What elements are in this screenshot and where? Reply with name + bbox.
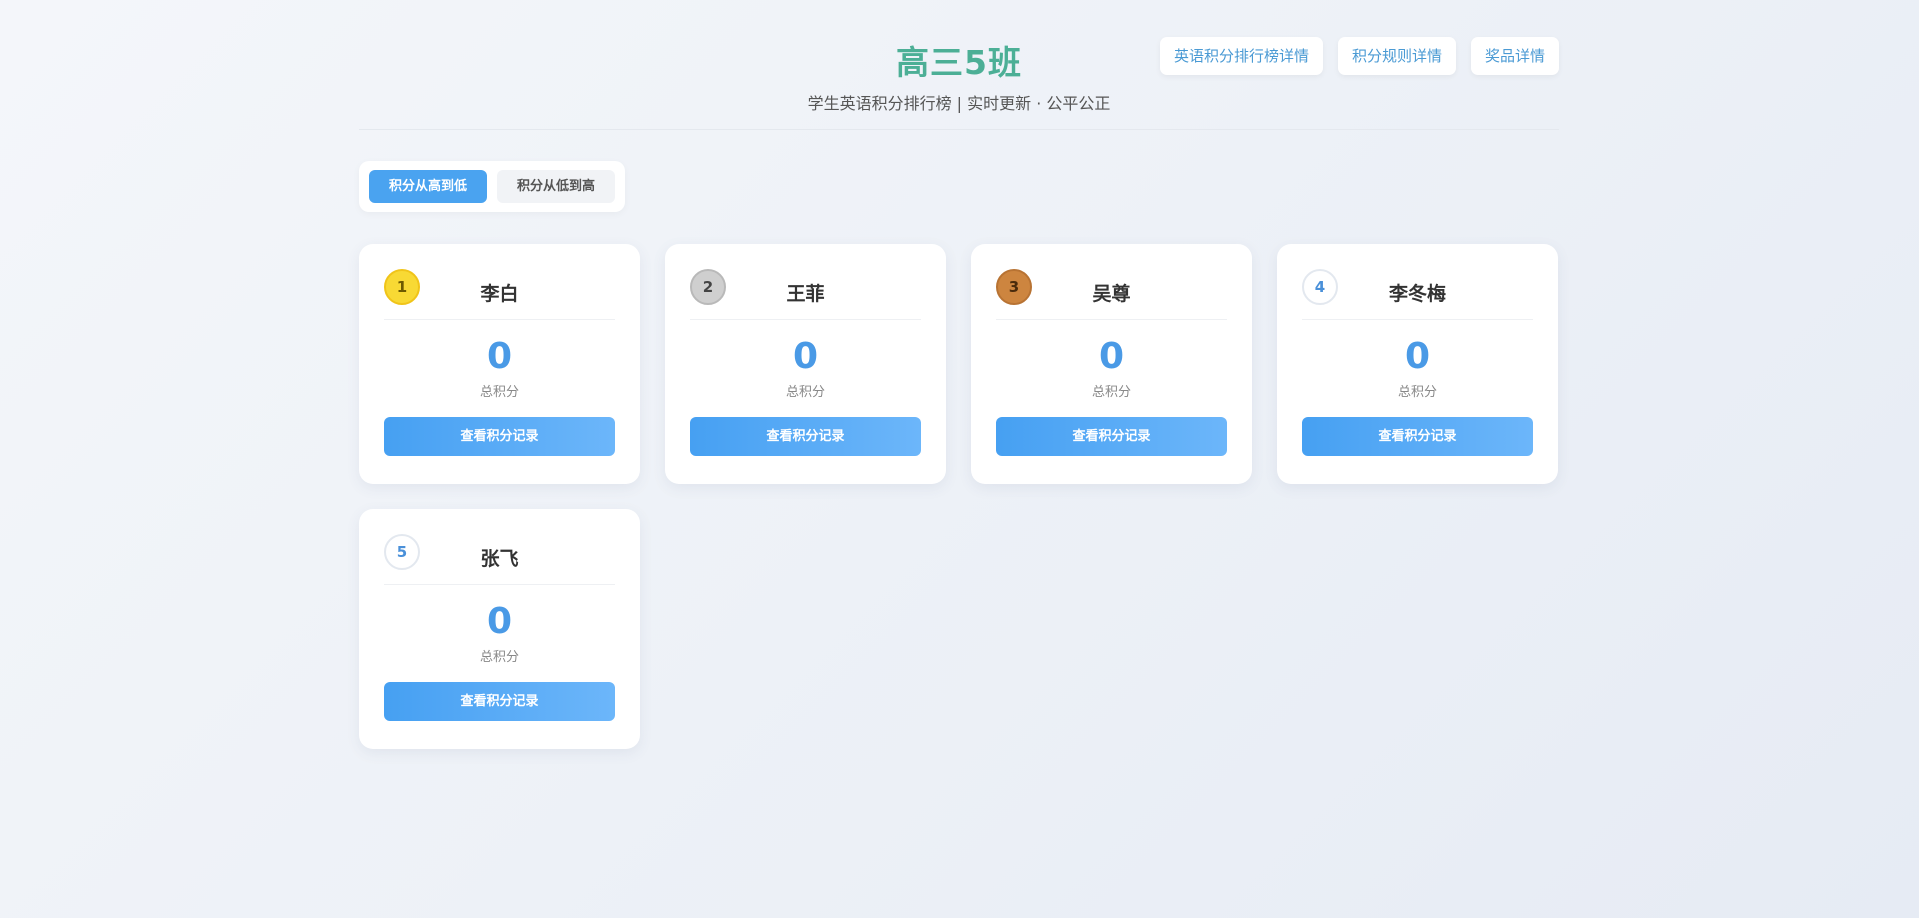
student-card: 2 王菲 0 总积分 查看积分记录: [665, 244, 946, 484]
nav-link-rules-details[interactable]: 积分规则详情: [1337, 37, 1456, 75]
student-name: 李白: [480, 283, 519, 305]
view-records-button[interactable]: 查看积分记录: [384, 682, 615, 721]
view-records-button[interactable]: 查看积分记录: [996, 417, 1227, 456]
student-name: 吴尊: [1092, 283, 1131, 305]
score-label: 总积分: [785, 385, 825, 400]
card-header: 5 张飞: [384, 509, 615, 585]
score-label: 总积分: [479, 385, 519, 400]
view-records-button[interactable]: 查看积分记录: [384, 417, 615, 456]
student-name: 李冬梅: [1388, 283, 1446, 305]
student-card: 4 李冬梅 0 总积分 查看积分记录: [1277, 244, 1558, 484]
score-label: 总积分: [479, 650, 519, 665]
score-value: 0: [792, 336, 819, 377]
nav-link-prize-details[interactable]: 奖品详情: [1470, 37, 1559, 75]
view-records-button[interactable]: 查看积分记录: [1302, 417, 1533, 456]
student-name: 张飞: [480, 548, 519, 570]
student-card: 5 张飞 0 总积分 查看积分记录: [359, 509, 640, 749]
score-value: 0: [1404, 336, 1431, 377]
nav-links: 英语积分排行榜详情 积分规则详情 奖品详情: [1159, 37, 1559, 75]
score-value: 0: [1098, 336, 1125, 377]
student-card: 3 吴尊 0 总积分 查看积分记录: [971, 244, 1252, 484]
card-header: 3 吴尊: [996, 244, 1227, 320]
view-records-button[interactable]: 查看积分记录: [690, 417, 921, 456]
card-header: 4 李冬梅: [1302, 244, 1533, 320]
leaderboard-container: 高三5班 学生英语积分排行榜 | 实时更新 · 公平公正 英语积分排行榜详情 积…: [359, 0, 1559, 749]
sort-desc-button[interactable]: 积分从高到低: [369, 170, 488, 203]
score-label: 总积分: [1397, 385, 1437, 400]
student-name: 王菲: [786, 283, 825, 305]
card-header: 1 李白: [384, 244, 615, 320]
page-header: 高三5班 学生英语积分排行榜 | 实时更新 · 公平公正 英语积分排行榜详情 积…: [359, 0, 1559, 130]
sort-asc-button[interactable]: 积分从低到高: [497, 170, 616, 203]
card-header: 2 王菲: [690, 244, 921, 320]
student-card: 1 李白 0 总积分 查看积分记录: [359, 244, 640, 484]
score-value: 0: [486, 601, 513, 642]
sort-toggle: 积分从高到低 积分从低到高: [359, 161, 626, 212]
score-label: 总积分: [1091, 385, 1131, 400]
score-value: 0: [486, 336, 513, 377]
student-card-grid: 1 李白 0 总积分 查看积分记录 2 王菲 0 总积分 查看积分记录 3 吴尊…: [359, 244, 1558, 749]
nav-link-leaderboard-details[interactable]: 英语积分排行榜详情: [1159, 37, 1323, 75]
page-subtitle: 学生英语积分排行榜 | 实时更新 · 公平公正: [807, 94, 1111, 113]
